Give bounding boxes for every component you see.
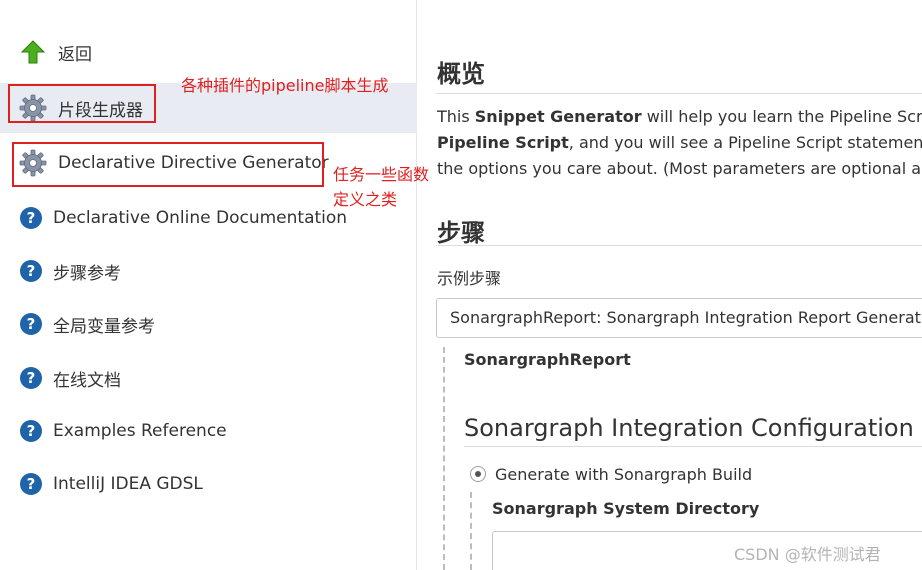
sidebar-item-online-documentation[interactable]: ? 在线文档 (0, 354, 417, 402)
sidebar-item-step-reference[interactable]: ? 步骤参考 (0, 247, 417, 295)
overview-title: 概览 (437, 60, 485, 88)
generate-with-build-label[interactable]: Generate with Sonargraph Build (495, 465, 752, 484)
gear-icon (19, 94, 47, 126)
description-line-2: Pipeline Script, and you will see a Pipe… (437, 133, 922, 152)
help-icon: ? (20, 473, 42, 495)
help-icon: ? (20, 207, 42, 229)
steps-divider (436, 245, 922, 246)
sidebar-item-label: 在线文档 (53, 370, 121, 391)
sidebar-item-label: Examples Reference (53, 421, 227, 441)
description-text: This (437, 107, 475, 126)
sidebar-item-label: Declarative Online Documentation (53, 208, 348, 228)
sidebar-item-examples-reference[interactable]: ? Examples Reference (0, 407, 417, 455)
sidebar-item-back[interactable]: 返回 (0, 28, 417, 76)
description-line-1: This Snippet Generator will help you lea… (437, 107, 922, 126)
description-text: , and you will see a Pipeline Script sta… (568, 133, 922, 152)
sample-step-label: 示例步骤 (437, 269, 502, 288)
radio-option-border (470, 492, 472, 570)
description-bold-text: Pipeline Script (437, 133, 569, 152)
main-content: 概览 This Snippet Generator will help you … (418, 0, 922, 570)
annotation-directive-note-line1: 任务一些函数 (333, 165, 430, 184)
description-line-3: the options you care about. (Most parame… (437, 159, 922, 178)
system-directory-label: Sonargraph System Directory (492, 499, 760, 518)
watermark: CSDN @软件测试君 (734, 545, 881, 564)
description-bold-text: Snippet Generator (474, 107, 642, 126)
help-icon: ? (20, 260, 42, 282)
annotation-snippet-note: 各种插件的pipeline脚本生成 (181, 76, 389, 95)
description-text: will help you learn the Pipeline Script … (646, 107, 922, 126)
sidebar-item-label: 片段生成器 (58, 100, 143, 121)
overview-divider (436, 93, 922, 94)
sidebar-item-intellij-idea-gdsl[interactable]: ? IntelliJ IDEA GDSL (0, 460, 417, 508)
help-icon: ? (20, 313, 42, 335)
help-icon: ? (20, 367, 42, 389)
sidebar-item-label: IntelliJ IDEA GDSL (53, 474, 203, 494)
annotation-directive-note-line2: 定义之类 (333, 190, 398, 209)
sample-step-select[interactable]: SonargraphReport: Sonargraph Integration… (436, 298, 922, 338)
config-title: Sonargraph Integration Configuration (464, 414, 914, 442)
up-arrow-icon (20, 40, 46, 68)
gear-icon (19, 149, 47, 181)
steps-title: 步骤 (437, 219, 485, 247)
sidebar-item-global-variable-reference[interactable]: ? 全局变量参考 (0, 300, 417, 348)
step-config-border (443, 347, 445, 570)
sidebar-item-label: 返回 (58, 44, 92, 65)
help-icon: ? (20, 420, 42, 442)
sidebar-item-label: 全局变量参考 (53, 316, 155, 337)
sidebar-item-label: Declarative Directive Generator (58, 153, 329, 173)
sidebar-item-label: 步骤参考 (53, 263, 121, 284)
config-divider (464, 446, 922, 447)
generate-with-build-radio[interactable] (470, 466, 486, 482)
step-name: SonargraphReport (464, 350, 631, 369)
